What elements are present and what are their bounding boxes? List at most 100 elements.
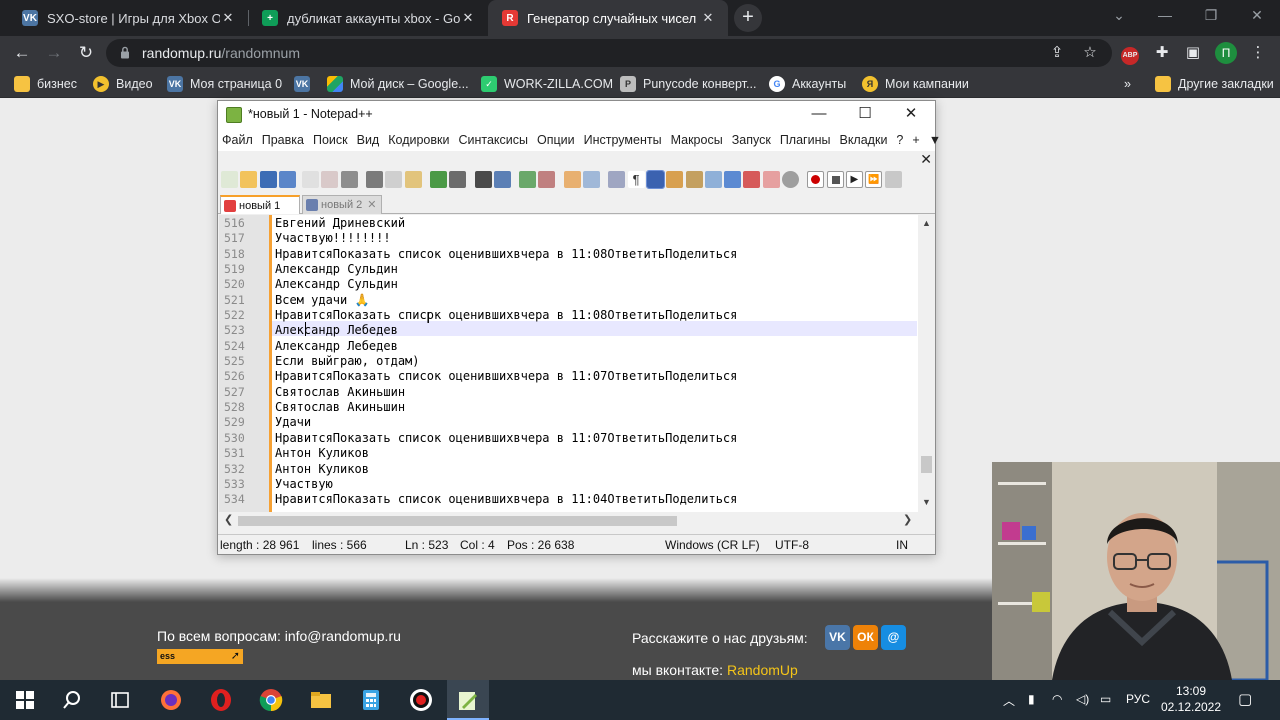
vertical-scrollbar[interactable]: ▲ ▼	[918, 215, 935, 512]
close-tab-icon[interactable]: ✕	[700, 10, 716, 26]
new-file-icon[interactable]	[221, 170, 238, 188]
close-window-icon[interactable]: ✕	[1234, 0, 1280, 32]
line-text[interactable]: Участвую!!!!!!!!	[275, 231, 391, 246]
screen-recorder-icon[interactable]	[409, 688, 433, 712]
firefox-icon[interactable]	[159, 688, 183, 712]
line-text[interactable]: Удачи	[275, 415, 311, 430]
browser-tab-sxo-store[interactable]: VK SXO-store | Игры для Xbox One ✕	[8, 0, 248, 36]
scroll-up-icon[interactable]: ▲	[918, 218, 935, 228]
line-text[interactable]: Александр Сульдин	[275, 262, 398, 277]
restore-icon[interactable]: ❐	[1188, 0, 1234, 32]
tab-search-icon[interactable]: ⌄	[1096, 0, 1142, 32]
menu-kebab-icon[interactable]: ⋮	[1246, 41, 1270, 65]
vk-community-link[interactable]: RandomUp	[727, 662, 798, 678]
notepadpp-title-bar[interactable]: *новый 1 - Notepad++ — ☐ ✕	[218, 101, 935, 129]
save-macro-icon[interactable]	[884, 170, 902, 188]
other-bookmarks[interactable]: Другие закладки	[1155, 75, 1274, 93]
indent-guide-icon[interactable]	[645, 169, 665, 189]
copy-icon[interactable]	[385, 170, 403, 188]
line-text[interactable]: НравитсяПоказать список оценившихвчера в…	[275, 492, 737, 507]
menu-settings[interactable]: Опции	[537, 133, 575, 147]
bookmarks-overflow-icon[interactable]: »	[1124, 75, 1131, 93]
menu-run[interactable]: Запуск	[732, 133, 771, 147]
folder-workspace-icon[interactable]	[724, 170, 742, 188]
menu-edit[interactable]: Правка	[262, 133, 304, 147]
status-insert-mode[interactable]: IN	[896, 538, 908, 552]
menu-file[interactable]: Файл	[222, 133, 253, 147]
line-text[interactable]: Антон Куликов	[275, 462, 369, 477]
maximize-icon[interactable]: ☐	[842, 101, 888, 129]
adblock-icon[interactable]: ABP	[1118, 41, 1142, 65]
profile-avatar[interactable]: П	[1214, 41, 1238, 65]
menu-macro[interactable]: Макросы	[671, 133, 723, 147]
menu-dropdown-icon[interactable]: ▼	[929, 133, 941, 147]
tray-overflow-icon[interactable]: ︿	[1003, 692, 1015, 709]
line-text[interactable]: НравитсяПоказать список оценившихвчера в…	[275, 308, 737, 323]
eraser-icon[interactable]	[762, 170, 780, 188]
vertical-scroll-thumb[interactable]	[921, 456, 932, 473]
chrome-icon[interactable]	[259, 688, 283, 712]
wifi-icon[interactable]: ◠	[1052, 692, 1062, 706]
lock-icon[interactable]	[120, 46, 130, 59]
text-editor[interactable]: 516 Евгений Дриневский 517 Участвую!!!!!!!!…	[219, 215, 935, 512]
doc-tab-new1[interactable]: новый 1	[220, 195, 300, 214]
url-text[interactable]: randomup.ru/randomnum	[142, 45, 300, 61]
vk-share-icon[interactable]: VK	[825, 625, 850, 650]
redo-icon[interactable]	[449, 170, 467, 188]
paste-icon[interactable]	[404, 170, 422, 188]
sync-horizontal-icon[interactable]	[583, 170, 601, 188]
menu-tabs[interactable]: Вкладки	[839, 133, 887, 147]
ess-badge[interactable]: ess ➚	[157, 649, 243, 664]
close-tab-icon[interactable]: ✕	[460, 10, 476, 26]
forward-icon[interactable]: →	[42, 41, 66, 65]
menu-add[interactable]: +	[912, 133, 919, 147]
mail-moimir-share-icon[interactable]: @	[881, 625, 906, 650]
close-tab-icon[interactable]: ✕	[220, 10, 236, 26]
extensions-puzzle-icon[interactable]: ✚	[1150, 41, 1174, 65]
volume-icon[interactable]: ◁)	[1076, 692, 1089, 706]
side-panel-icon[interactable]: ▣	[1181, 41, 1205, 65]
function-list-icon[interactable]	[704, 170, 722, 188]
line-text[interactable]: НравитсяПоказать список оценившихвчера в…	[275, 369, 737, 384]
line-text[interactable]: НравитсяПоказать список оценившихвчера в…	[275, 431, 737, 446]
word-wrap-icon[interactable]	[608, 170, 626, 188]
monitoring-icon[interactable]	[743, 170, 761, 188]
taskbar-notepadpp-active[interactable]	[447, 680, 489, 720]
record-macro-icon[interactable]	[807, 170, 825, 188]
close-file-icon[interactable]	[302, 170, 320, 188]
scroll-left-icon[interactable]: ❮	[224, 513, 233, 526]
horizontal-scrollbar[interactable]: ❮ ❯	[219, 512, 918, 528]
bookmark-video[interactable]: ▶ Видео	[93, 75, 153, 93]
reload-icon[interactable]: ↻	[74, 41, 98, 65]
menu-search[interactable]: Поиск	[313, 133, 348, 147]
undo-icon[interactable]	[429, 170, 447, 188]
menu-tools[interactable]: Инструменты	[584, 133, 662, 147]
cloud-icon[interactable]	[782, 170, 800, 188]
menu-encoding[interactable]: Кодировки	[388, 133, 449, 147]
line-text[interactable]: Участвую	[275, 477, 333, 492]
show-all-chars-icon[interactable]: ¶	[627, 170, 645, 188]
close-tab-icon[interactable]: ✕	[367, 199, 376, 211]
odnoklassniki-share-icon[interactable]: ОК	[853, 625, 878, 650]
line-text[interactable]: Александр Лебедев	[275, 323, 398, 338]
bookmark-star-icon[interactable]: ☆	[1078, 41, 1102, 65]
opera-icon[interactable]	[209, 688, 233, 712]
contact-email-link[interactable]: info@randomup.ru	[285, 628, 401, 644]
bookmark-vk-page[interactable]: VK Моя страница 0	[167, 75, 282, 93]
battery-icon[interactable]: ▭	[1100, 692, 1111, 706]
new-tab-button[interactable]: +	[734, 4, 762, 32]
menu-view[interactable]: Вид	[357, 133, 380, 147]
zoom-in-icon[interactable]	[519, 170, 537, 188]
line-text[interactable]: Александр Сульдин	[275, 277, 398, 292]
microphone-icon[interactable]: ▮	[1028, 692, 1035, 706]
save-icon[interactable]	[259, 170, 277, 188]
browser-tab-random-generator[interactable]: R Генератор случайных чисел ✕	[488, 0, 728, 36]
line-text[interactable]: Всем удачи 🙏	[275, 293, 369, 308]
stop-macro-icon[interactable]	[826, 170, 844, 188]
save-all-icon[interactable]	[278, 170, 296, 188]
bookmark-workzilla[interactable]: ✓ WORK-ZILLA.COM	[481, 75, 613, 93]
status-encoding[interactable]: UTF-8	[775, 538, 809, 552]
find-icon[interactable]	[474, 170, 492, 188]
doc-map-icon[interactable]	[685, 170, 703, 188]
search-icon[interactable]	[60, 688, 84, 712]
